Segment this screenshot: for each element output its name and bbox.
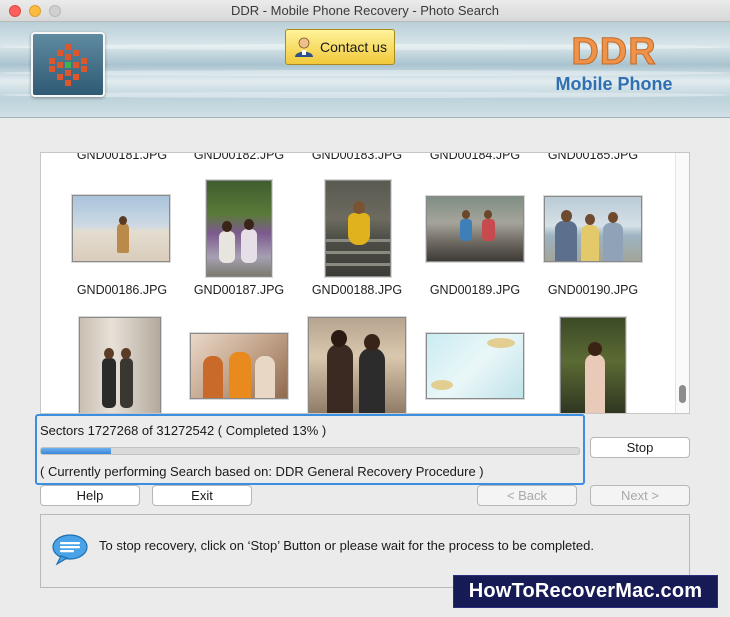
scrollbar-thumb[interactable] (679, 385, 686, 403)
close-window-button[interactable] (9, 5, 21, 17)
progress-panel: Sectors 1727268 of 31272542 ( Completed … (35, 414, 585, 485)
photo-thumbnail[interactable] (544, 196, 642, 262)
header-banner: Contact us DDR Mobile Phone (0, 22, 730, 118)
photo-thumbnail[interactable] (72, 195, 170, 262)
brand-name: DDR (571, 31, 657, 74)
contact-us-label: Contact us (320, 39, 387, 55)
help-button[interactable]: Help (40, 485, 140, 506)
pixel-logo-icon (49, 43, 87, 86)
file-name: GND00189.JPG (429, 283, 521, 297)
gallery-scrollbar[interactable] (675, 153, 689, 413)
photo-thumbnail[interactable] (560, 317, 626, 413)
app-logo (31, 32, 105, 97)
brand-subtitle: Mobile Phone (555, 74, 673, 94)
app-window: DDR - Mobile Phone Recovery - Photo Sear… (0, 0, 730, 617)
file-name: GND00183.JPG (311, 152, 403, 162)
photo-thumbnail[interactable] (426, 333, 524, 399)
watermark-label: HowToRecoverMac.com (453, 575, 718, 608)
sectors-status: Sectors 1727268 of 31272542 ( Completed … (40, 423, 327, 438)
file-name: GND00190.JPG (547, 283, 639, 297)
file-name: GND00187.JPG (193, 283, 285, 297)
maximize-window-button[interactable] (49, 5, 61, 17)
file-name: GND00185.JPG (547, 152, 639, 162)
progress-bar (40, 447, 580, 455)
window-title: DDR - Mobile Phone Recovery - Photo Sear… (230, 3, 500, 18)
exit-button[interactable]: Exit (152, 485, 252, 506)
minimize-window-button[interactable] (29, 5, 41, 17)
contact-us-button[interactable]: Contact us (285, 29, 395, 65)
photo-thumbnail[interactable] (206, 180, 272, 277)
file-name: GND00181.JPG (76, 152, 168, 162)
support-person-icon (295, 37, 314, 57)
current-procedure-status: ( Currently performing Search based on: … (40, 464, 484, 479)
speech-bubble-icon (52, 534, 88, 566)
photo-gallery[interactable]: GND00181.JPG GND00182.JPG GND00183.JPG G… (40, 152, 690, 414)
next-button[interactable]: Next > (590, 485, 690, 506)
photo-thumbnail[interactable] (325, 180, 391, 277)
file-name: GND00188.JPG (311, 283, 403, 297)
brand-block: DDR Mobile Phone (552, 30, 676, 95)
photo-thumbnail[interactable] (426, 196, 524, 262)
file-name: GND00184.JPG (429, 152, 521, 162)
back-button[interactable]: < Back (477, 485, 577, 506)
photo-thumbnail[interactable] (190, 333, 288, 399)
title-bar: DDR - Mobile Phone Recovery - Photo Sear… (0, 0, 730, 22)
photo-thumbnail[interactable] (79, 317, 161, 413)
file-name: GND00182.JPG (193, 152, 285, 162)
file-name: GND00186.JPG (76, 283, 168, 297)
progress-bar-fill (41, 448, 111, 454)
info-message: To stop recovery, click on ‘Stop’ Button… (99, 538, 594, 553)
stop-button[interactable]: Stop (590, 437, 690, 458)
photo-thumbnail[interactable] (308, 317, 406, 413)
